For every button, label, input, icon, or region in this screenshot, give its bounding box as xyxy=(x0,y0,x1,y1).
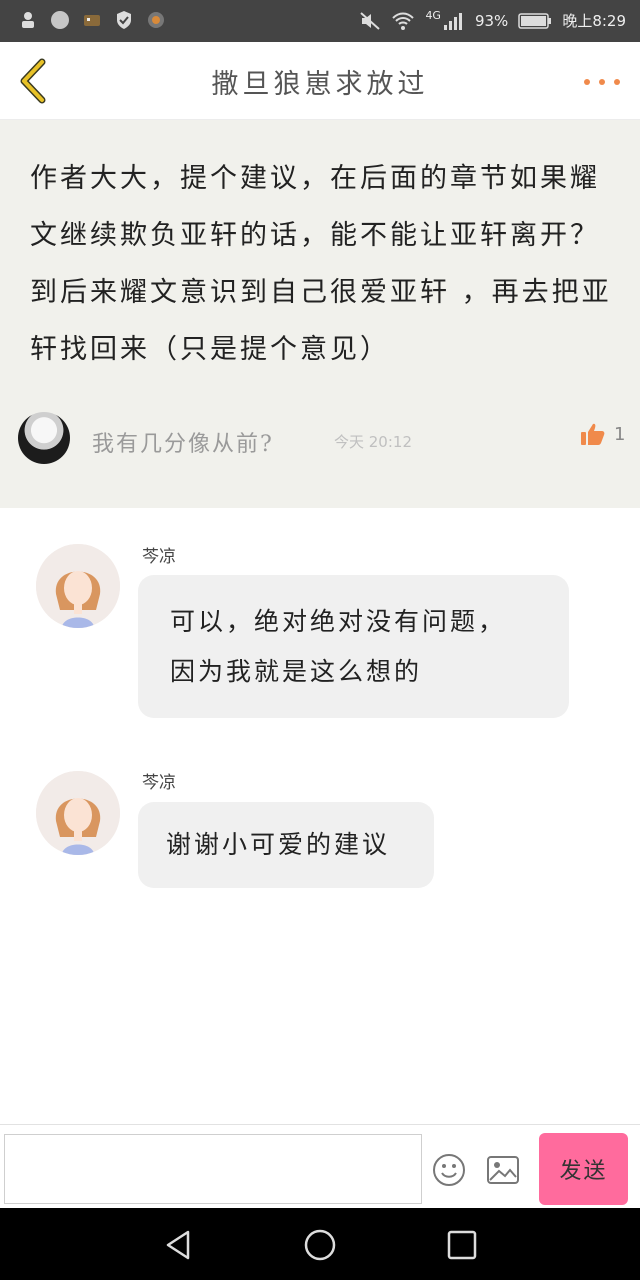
thumbs-up-icon xyxy=(581,423,605,445)
commenter-name[interactable]: 我有几分像从前? xyxy=(92,426,274,458)
status-left-icons xyxy=(18,10,166,30)
home-circle-icon[interactable] xyxy=(303,1228,337,1262)
avatar[interactable] xyxy=(36,771,120,855)
like-button[interactable]: 1 xyxy=(580,422,625,446)
mute-icon xyxy=(360,12,381,30)
comment-time: 今天 20:12 xyxy=(334,433,412,451)
back-triangle-icon[interactable] xyxy=(162,1228,196,1262)
header-bar: 撒旦狼崽求放过 xyxy=(0,42,640,120)
battery-percent: 93% xyxy=(474,12,509,30)
input-bar: 发送 xyxy=(0,1124,640,1208)
comment-line: 轩找回来（只是提个意见） xyxy=(30,334,390,365)
navigation-bar xyxy=(0,1208,640,1280)
like-count: 1 xyxy=(614,423,626,445)
reply-author[interactable]: 芩凉 xyxy=(142,542,176,567)
image-icon[interactable] xyxy=(486,1155,520,1185)
message-bubble: 可以，绝对绝对没有问题， 因为我就是这么想的 xyxy=(138,575,569,718)
comment-text: 作者大大，提个建议，在后面的章节如果耀 文继续欺负亚轩的话，能不能让亚轩离开？ … xyxy=(30,150,615,378)
commenter-avatar[interactable] xyxy=(18,412,70,464)
signal-icon xyxy=(443,13,462,30)
status-bar: 4G 93% 晚上8:29 xyxy=(0,0,640,42)
girl-portrait-icon xyxy=(36,544,120,628)
notification-icon xyxy=(22,12,34,28)
comment-line: 文继续欺负亚轩的话，能不能让亚轩离开？ xyxy=(30,220,600,251)
avatar[interactable] xyxy=(36,544,120,628)
back-button[interactable] xyxy=(14,58,54,104)
message-line: 谢谢小可爱的建议 xyxy=(166,830,391,859)
pinwheel-icon xyxy=(51,11,69,29)
recents-square-icon[interactable] xyxy=(445,1228,479,1262)
comment-line: 作者大大，提个建议，在后面的章节如果耀 xyxy=(30,163,600,194)
more-dots-icon[interactable] xyxy=(584,72,620,92)
chevron-left-icon xyxy=(20,58,46,104)
status-right-icons: 4G 93% 晚上8:29 xyxy=(359,9,626,32)
reply-author[interactable]: 芩凉 xyxy=(142,768,176,793)
battery-icon xyxy=(518,13,552,29)
network-type: 4G xyxy=(425,9,441,22)
message-line: 可以，绝对绝对没有问题， xyxy=(170,607,507,636)
clock: 晚上8:29 xyxy=(562,12,626,30)
girl-portrait-icon xyxy=(36,771,120,855)
wifi-icon xyxy=(392,12,415,30)
camera-icon xyxy=(148,12,164,28)
message-bubble: 谢谢小可爱的建议 xyxy=(138,802,434,888)
smiley-icon[interactable] xyxy=(432,1153,466,1187)
message-line: 因为我就是这么想的 xyxy=(170,657,423,686)
message-input[interactable] xyxy=(4,1134,422,1204)
game-icon xyxy=(84,15,100,26)
reply-item: 芩凉 可以，绝对绝对没有问题， 因为我就是这么想的 xyxy=(0,530,640,730)
reply-item: 芩凉 谢谢小可爱的建议 xyxy=(0,756,640,896)
original-comment: 作者大大，提个建议，在后面的章节如果耀 文继续欺负亚轩的话，能不能让亚轩离开？ … xyxy=(0,120,640,508)
page-title: 撒旦狼崽求放过 xyxy=(211,69,429,100)
shield-icon xyxy=(117,11,131,29)
send-button[interactable]: 发送 xyxy=(539,1133,628,1205)
comment-line: 到后来耀文意识到自己很爱亚轩 ，再去把亚 xyxy=(30,277,612,308)
